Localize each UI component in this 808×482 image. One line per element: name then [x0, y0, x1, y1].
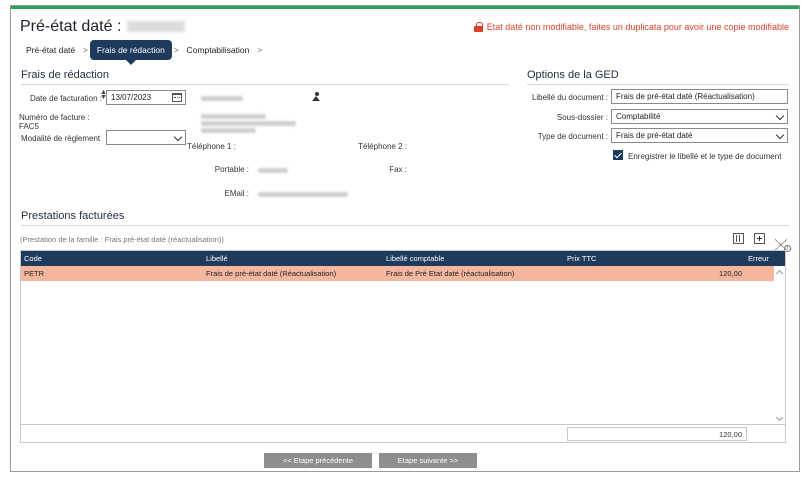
- libelle-label: Libellé du document :: [531, 93, 608, 102]
- chevron-right-icon: >: [173, 45, 179, 55]
- breadcrumb-comptabilisation[interactable]: Comptabilisation: [181, 45, 256, 55]
- enregistrer-checkbox[interactable]: [613, 150, 623, 160]
- redacted-syndic-name: [201, 96, 243, 101]
- redacted-address-2: [201, 121, 296, 126]
- date-input[interactable]: 13/07/2023: [106, 90, 186, 105]
- warning-text: Etat daté non modifiable, faites un dupl…: [486, 22, 789, 32]
- scroll-down-icon[interactable]: [775, 413, 784, 422]
- export-excel-icon[interactable]: [733, 233, 744, 244]
- page-title-text: Pré-état daté :: [20, 18, 122, 35]
- ged-divider: [527, 84, 789, 85]
- numero-value: FAC5: [19, 122, 40, 131]
- col-libelle-comptable[interactable]: Libellé comptable: [386, 254, 444, 263]
- sousdossier-select[interactable]: Comptabilité: [611, 109, 788, 124]
- sousdossier-label: Sous-dossier :: [556, 113, 608, 122]
- ged-section-title: Options de la GED: [527, 69, 619, 81]
- main-window: Pré-état daté : Etat daté non modifiable…: [10, 5, 800, 472]
- numero-label: Numéro de facture : FAC5: [19, 113, 90, 131]
- chevron-right-icon: >: [257, 45, 263, 55]
- modalite-select[interactable]: [106, 130, 186, 145]
- redacted-portable: [258, 168, 288, 173]
- chevron-right-icon: >: [83, 45, 88, 55]
- redacted-name: [127, 21, 186, 33]
- portable-label: Portable :: [214, 165, 249, 174]
- table-row[interactable]: PETR Frais de pré-état daté (Réactualisa…: [21, 266, 774, 281]
- row-libelle: Frais de pré-état daté (Réactualisation): [206, 269, 337, 278]
- col-code[interactable]: Code: [24, 254, 42, 263]
- page-title: Pré-état daté :: [20, 18, 186, 36]
- email-label: EMail :: [224, 189, 249, 198]
- fax-label: Fax :: [389, 165, 407, 174]
- row-code: PETR: [24, 269, 45, 278]
- previous-step-button[interactable]: << Etape précédente: [264, 453, 372, 468]
- prestations-table: Code Libellé Libellé comptable Prix TTC …: [20, 250, 786, 443]
- readonly-warning: Etat daté non modifiable, faites un dupl…: [473, 22, 789, 32]
- date-value: 13/07/2023: [111, 93, 152, 102]
- chevron-down-icon: [775, 130, 785, 140]
- redacted-email: [258, 192, 348, 197]
- enregistrer-label: Enregistrer le libellé et le type de doc…: [628, 152, 782, 161]
- col-erreur[interactable]: Erreur: [748, 254, 769, 263]
- breadcrumb-pre-etat[interactable]: Pré-état daté: [20, 45, 81, 55]
- chevron-down-icon: [173, 132, 183, 142]
- total-prix: 120,00: [567, 427, 747, 441]
- person-icon[interactable]: [312, 92, 321, 101]
- telephone2-label: Téléphone 2 :: [358, 142, 407, 151]
- libelle-input[interactable]: Frais de pré-état daté (Réactualisation): [611, 89, 788, 104]
- next-step-button[interactable]: Etape suivante >>: [379, 453, 477, 468]
- prestations-section-title: Prestations facturées: [21, 210, 125, 222]
- chevron-down-icon: [775, 111, 785, 121]
- lock-icon: [473, 22, 483, 32]
- col-libelle[interactable]: Libellé: [206, 254, 228, 263]
- redacted-address-3: [201, 128, 256, 133]
- frais-divider: [21, 84, 509, 85]
- calendar-icon[interactable]: [172, 93, 182, 102]
- col-prix-ttc[interactable]: Prix TTC: [567, 254, 596, 263]
- table-footer: 120,00: [21, 424, 785, 442]
- family-note: (Prestation de la famille : Frais pré-ét…: [20, 235, 224, 244]
- breadcrumb: Pré-état daté > Frais de rédaction > Com…: [20, 40, 264, 65]
- breadcrumb-frais-redaction[interactable]: Frais de rédaction: [89, 40, 172, 65]
- date-label: Date de facturation :: [29, 94, 102, 103]
- prestations-divider: [21, 225, 789, 226]
- type-select[interactable]: Frais de pré-état daté: [611, 128, 788, 143]
- telephone1-label: Téléphone 1 :: [187, 142, 236, 151]
- row-libelle-comptable: Frais de Pré Etat daté (réactualisation): [386, 269, 515, 278]
- top-accent-bar: [11, 6, 799, 9]
- frais-section-title: Frais de rédaction: [21, 69, 110, 81]
- table-header: Code Libellé Libellé comptable Prix TTC …: [21, 251, 785, 266]
- modalite-label: Modalité de règlement: [21, 134, 101, 143]
- type-label: Type de document :: [537, 132, 608, 141]
- add-row-icon[interactable]: [754, 233, 765, 244]
- redacted-address-1: [201, 114, 266, 119]
- row-prix: 120,00: [719, 269, 742, 278]
- scroll-up-icon[interactable]: [775, 269, 784, 278]
